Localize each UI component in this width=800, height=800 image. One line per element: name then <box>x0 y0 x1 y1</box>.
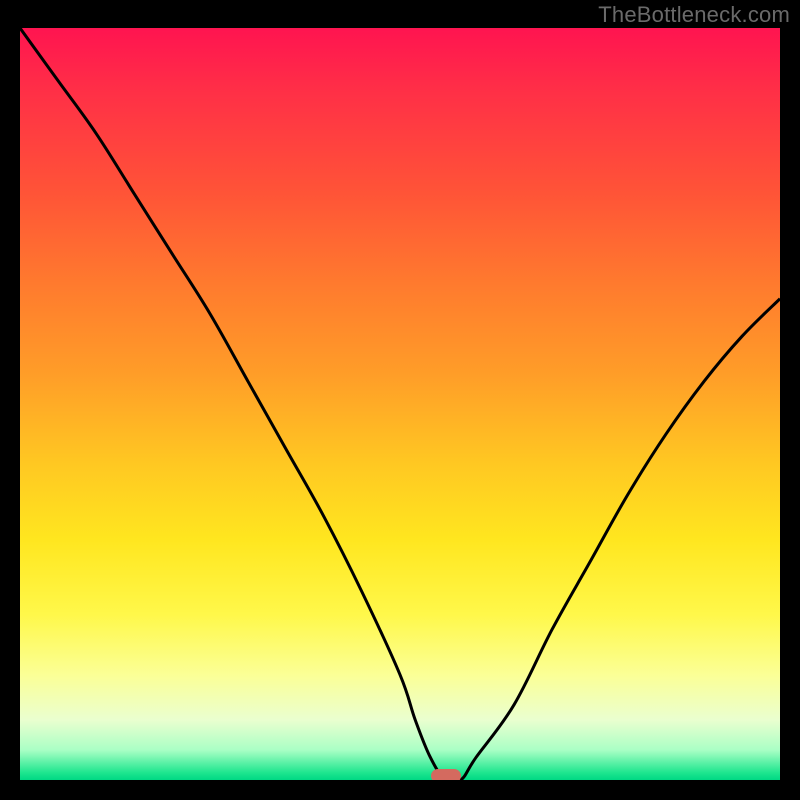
bottleneck-curve <box>20 28 780 780</box>
plot-area <box>20 28 780 780</box>
chart-stage: TheBottleneck.com <box>0 0 800 800</box>
curve-path <box>20 28 780 780</box>
watermark-text: TheBottleneck.com <box>598 2 790 28</box>
optimal-marker <box>431 769 461 780</box>
